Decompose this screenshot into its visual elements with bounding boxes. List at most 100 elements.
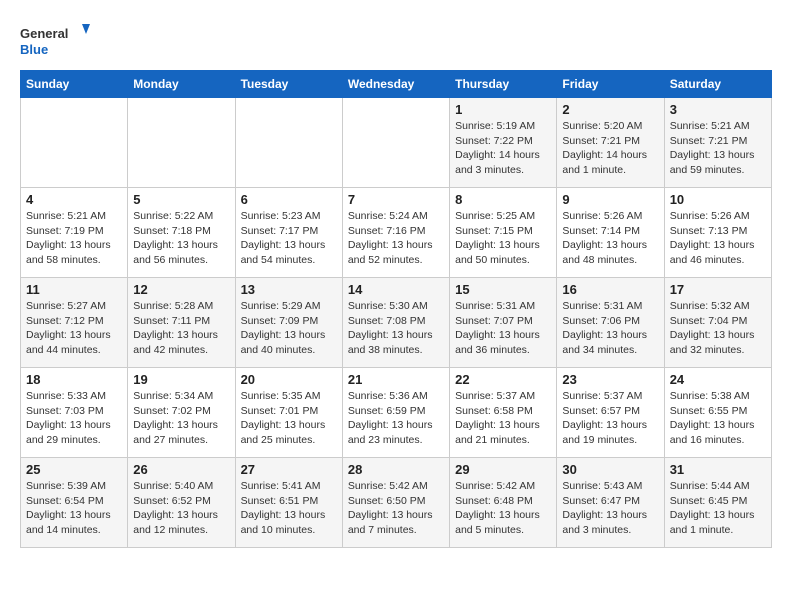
day-info: Sunrise: 5:31 AM Sunset: 7:07 PM Dayligh… [455,299,551,358]
day-number: 10 [670,192,766,207]
day-number: 18 [26,372,122,387]
day-info: Sunrise: 5:19 AM Sunset: 7:22 PM Dayligh… [455,119,551,178]
calendar-cell: 4 Sunrise: 5:21 AM Sunset: 7:19 PM Daylig… [21,188,128,278]
day-number: 4 [26,192,122,207]
calendar-cell [21,98,128,188]
weekday-header: Sunday [21,71,128,98]
day-info: Sunrise: 5:34 AM Sunset: 7:02 PM Dayligh… [133,389,229,448]
day-info: Sunrise: 5:24 AM Sunset: 7:16 PM Dayligh… [348,209,444,268]
weekday-header: Saturday [664,71,771,98]
calendar-cell: 6 Sunrise: 5:23 AM Sunset: 7:17 PM Daylig… [235,188,342,278]
calendar-table: SundayMondayTuesdayWednesdayThursdayFrid… [20,70,772,548]
day-number: 1 [455,102,551,117]
calendar-cell: 16 Sunrise: 5:31 AM Sunset: 7:06 PM Dayli… [557,278,664,368]
day-number: 27 [241,462,337,477]
day-number: 6 [241,192,337,207]
calendar-cell: 15 Sunrise: 5:31 AM Sunset: 7:07 PM Dayli… [450,278,557,368]
calendar-cell [342,98,449,188]
calendar-cell: 9Sunrise: 5:26 AM Sunset: 7:14 PM Daylig… [557,188,664,278]
calendar-cell: 17Sunrise: 5:32 AM Sunset: 7:04 PM Dayli… [664,278,771,368]
weekday-row: SundayMondayTuesdayWednesdayThursdayFrid… [21,71,772,98]
calendar-cell: 5 Sunrise: 5:22 AM Sunset: 7:18 PM Daylig… [128,188,235,278]
day-info: Sunrise: 5:42 AM Sunset: 6:48 PM Dayligh… [455,479,551,538]
weekday-header: Monday [128,71,235,98]
day-info: Sunrise: 5:44 AM Sunset: 6:45 PM Dayligh… [670,479,766,538]
svg-text:General: General [20,26,68,41]
day-info: Sunrise: 5:36 AM Sunset: 6:59 PM Dayligh… [348,389,444,448]
day-info: Sunrise: 5:32 AM Sunset: 7:04 PM Dayligh… [670,299,766,358]
calendar-body: 1 Sunrise: 5:19 AM Sunset: 7:22 PM Daylig… [21,98,772,548]
day-number: 31 [670,462,766,477]
day-number: 28 [348,462,444,477]
calendar-cell [128,98,235,188]
calendar-week-row: 11Sunrise: 5:27 AM Sunset: 7:12 PM Dayli… [21,278,772,368]
day-number: 2 [562,102,658,117]
day-number: 29 [455,462,551,477]
calendar-cell: 18 Sunrise: 5:33 AM Sunset: 7:03 PM Dayli… [21,368,128,458]
day-info: Sunrise: 5:41 AM Sunset: 6:51 PM Dayligh… [241,479,337,538]
day-info: Sunrise: 5:39 AM Sunset: 6:54 PM Dayligh… [26,479,122,538]
day-info: Sunrise: 5:29 AM Sunset: 7:09 PM Dayligh… [241,299,337,358]
calendar-cell: 3 Sunrise: 5:21 AM Sunset: 7:21 PM Daylig… [664,98,771,188]
calendar-week-row: 18 Sunrise: 5:33 AM Sunset: 7:03 PM Dayli… [21,368,772,458]
day-info: Sunrise: 5:37 AM Sunset: 6:58 PM Dayligh… [455,389,551,448]
calendar-cell: 21Sunrise: 5:36 AM Sunset: 6:59 PM Dayli… [342,368,449,458]
day-number: 7 [348,192,444,207]
day-number: 5 [133,192,229,207]
calendar-cell [235,98,342,188]
calendar-cell: 22 Sunrise: 5:37 AM Sunset: 6:58 PM Dayli… [450,368,557,458]
day-number: 16 [562,282,658,297]
day-info: Sunrise: 5:30 AM Sunset: 7:08 PM Dayligh… [348,299,444,358]
day-number: 30 [562,462,658,477]
weekday-header: Wednesday [342,71,449,98]
day-info: Sunrise: 5:26 AM Sunset: 7:13 PM Dayligh… [670,209,766,268]
day-number: 14 [348,282,444,297]
calendar-cell: 30 Sunrise: 5:43 AM Sunset: 6:47 PM Dayli… [557,458,664,548]
day-info: Sunrise: 5:23 AM Sunset: 7:17 PM Dayligh… [241,209,337,268]
day-number: 15 [455,282,551,297]
calendar-week-row: 4 Sunrise: 5:21 AM Sunset: 7:19 PM Daylig… [21,188,772,278]
calendar-week-row: 25Sunrise: 5:39 AM Sunset: 6:54 PM Dayli… [21,458,772,548]
day-info: Sunrise: 5:21 AM Sunset: 7:21 PM Dayligh… [670,119,766,178]
day-number: 12 [133,282,229,297]
day-info: Sunrise: 5:40 AM Sunset: 6:52 PM Dayligh… [133,479,229,538]
calendar-cell: 28 Sunrise: 5:42 AM Sunset: 6:50 PM Dayli… [342,458,449,548]
day-info: Sunrise: 5:20 AM Sunset: 7:21 PM Dayligh… [562,119,658,178]
calendar-cell: 26 Sunrise: 5:40 AM Sunset: 6:52 PM Dayli… [128,458,235,548]
day-number: 13 [241,282,337,297]
day-number: 11 [26,282,122,297]
day-info: Sunrise: 5:38 AM Sunset: 6:55 PM Dayligh… [670,389,766,448]
calendar-cell: 1 Sunrise: 5:19 AM Sunset: 7:22 PM Daylig… [450,98,557,188]
day-number: 24 [670,372,766,387]
calendar-cell: 25Sunrise: 5:39 AM Sunset: 6:54 PM Dayli… [21,458,128,548]
day-info: Sunrise: 5:21 AM Sunset: 7:19 PM Dayligh… [26,209,122,268]
day-info: Sunrise: 5:35 AM Sunset: 7:01 PM Dayligh… [241,389,337,448]
day-number: 20 [241,372,337,387]
day-info: Sunrise: 5:33 AM Sunset: 7:03 PM Dayligh… [26,389,122,448]
logo: General Blue [20,20,90,60]
day-number: 26 [133,462,229,477]
calendar-cell: 13 Sunrise: 5:29 AM Sunset: 7:09 PM Dayli… [235,278,342,368]
calendar-cell: 7 Sunrise: 5:24 AM Sunset: 7:16 PM Daylig… [342,188,449,278]
calendar-cell: 10 Sunrise: 5:26 AM Sunset: 7:13 PM Dayli… [664,188,771,278]
calendar-cell: 29 Sunrise: 5:42 AM Sunset: 6:48 PM Dayli… [450,458,557,548]
day-info: Sunrise: 5:37 AM Sunset: 6:57 PM Dayligh… [562,389,658,448]
calendar-header: SundayMondayTuesdayWednesdayThursdayFrid… [21,71,772,98]
day-info: Sunrise: 5:42 AM Sunset: 6:50 PM Dayligh… [348,479,444,538]
day-info: Sunrise: 5:25 AM Sunset: 7:15 PM Dayligh… [455,209,551,268]
day-info: Sunrise: 5:43 AM Sunset: 6:47 PM Dayligh… [562,479,658,538]
svg-text:Blue: Blue [20,42,48,57]
day-info: Sunrise: 5:31 AM Sunset: 7:06 PM Dayligh… [562,299,658,358]
weekday-header: Tuesday [235,71,342,98]
calendar-cell: 23Sunrise: 5:37 AM Sunset: 6:57 PM Dayli… [557,368,664,458]
logo-svg: General Blue [20,20,90,60]
calendar-week-row: 1 Sunrise: 5:19 AM Sunset: 7:22 PM Daylig… [21,98,772,188]
day-info: Sunrise: 5:28 AM Sunset: 7:11 PM Dayligh… [133,299,229,358]
day-number: 22 [455,372,551,387]
day-number: 8 [455,192,551,207]
calendar-cell: 14 Sunrise: 5:30 AM Sunset: 7:08 PM Dayli… [342,278,449,368]
day-number: 3 [670,102,766,117]
weekday-header: Thursday [450,71,557,98]
calendar-cell: 24 Sunrise: 5:38 AM Sunset: 6:55 PM Dayli… [664,368,771,458]
day-info: Sunrise: 5:22 AM Sunset: 7:18 PM Dayligh… [133,209,229,268]
